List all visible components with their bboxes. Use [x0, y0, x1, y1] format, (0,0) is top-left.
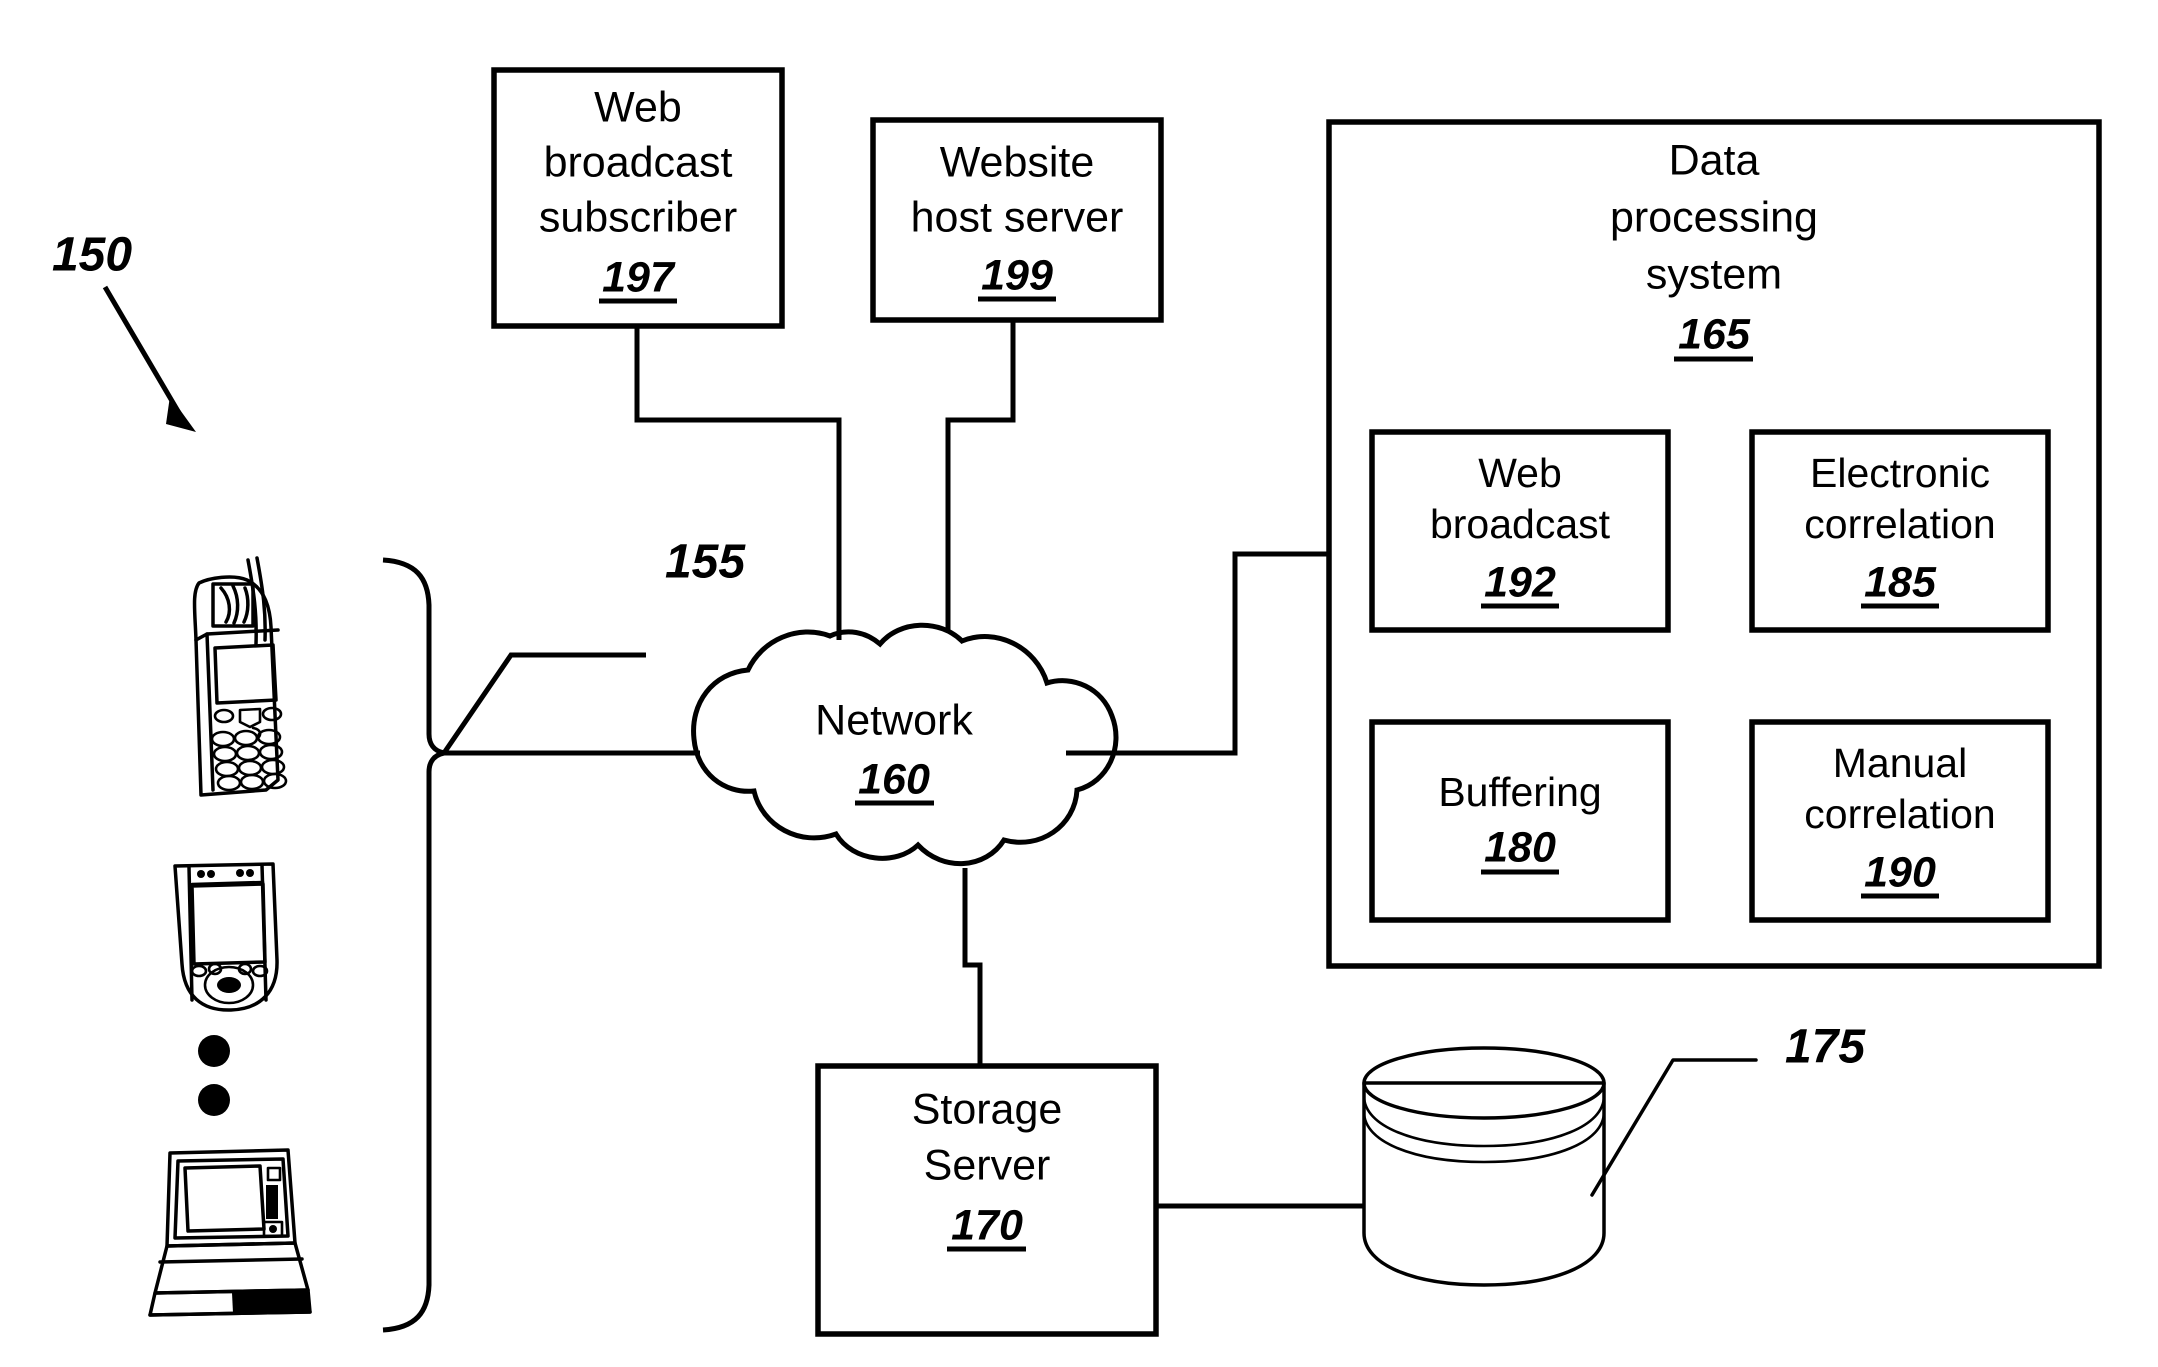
ss-line-1: Storage [912, 1085, 1063, 1133]
phone-key [210, 730, 236, 748]
pda-led [207, 870, 215, 878]
connector-network-to-dps [1066, 551, 1329, 756]
pda-led [197, 870, 205, 878]
dps-line-1: Data [1669, 136, 1760, 184]
dps-line-3: system [1646, 250, 1782, 298]
module-web-broadcast: Web broadcast 192 [1369, 429, 1671, 633]
network-label: Network [815, 696, 973, 744]
storage-unit-platter-1 [1362, 1094, 1606, 1148]
vertical-ellipsis [198, 1035, 230, 1116]
network-cloud: Network 160 [691, 622, 1119, 867]
arrowhead-150 [166, 396, 196, 432]
laptop-base-seam [158, 1257, 304, 1264]
leader-line-175 [1590, 1058, 1758, 1197]
module-manual-correlation: Manual correlation 190 [1749, 719, 2051, 923]
phone-navkey [238, 707, 262, 729]
pda-dpad-center [217, 977, 241, 993]
module-buffering-box [1369, 719, 1671, 923]
whs-line-1: Website [940, 138, 1095, 186]
phone-speaker-line1 [219, 586, 232, 624]
network-ref: 160 [858, 755, 930, 803]
phone-key [212, 745, 238, 763]
module-electronic-correlation: Electronic correlation 185 [1749, 429, 2051, 633]
wbs-line-2: broadcast [544, 138, 733, 186]
phone-key [214, 760, 240, 778]
reference-numeral-155: 155 [665, 536, 746, 589]
node-storage-server: Storage Server 170 [815, 1063, 1159, 1337]
patent-figure: 150 155 Network 160 Web broadcast subscr… [0, 0, 2158, 1367]
phone-key [233, 729, 259, 747]
laptop-icon [148, 1148, 312, 1317]
ellipsis-dot [198, 1035, 230, 1067]
phone-key [216, 774, 242, 792]
mod-bf-line-1: Buffering [1438, 769, 1601, 815]
mod-mc-line-1: Manual [1833, 740, 1967, 786]
laptop-base-upper [153, 1241, 310, 1295]
mod-wb-line-2: broadcast [1430, 501, 1611, 547]
phone-key [239, 773, 265, 791]
dps-ref: 165 [1678, 310, 1751, 358]
mod-wb-ref: 192 [1484, 558, 1556, 606]
node-website-host-server: Website host server 199 [870, 117, 1164, 323]
phone-body-edge2 [205, 632, 215, 792]
node-data-processing-system: Data processing system 165 Web broadcast… [1326, 119, 2102, 969]
node-web-broadcast-subscriber: Web broadcast subscriber 197 [491, 67, 785, 329]
phone-key [237, 759, 263, 777]
wbs-ref: 197 [602, 253, 676, 301]
phone-softkey-left [213, 708, 235, 724]
storage-unit-body [1362, 1081, 1606, 1287]
figure-canvas: 150 155 Network 160 Web broadcast subscr… [52, 67, 2102, 1337]
pda-led [246, 869, 254, 877]
laptop-hinge-bar [266, 1185, 278, 1219]
pda-icon [173, 862, 279, 1012]
reference-callout-150: 150 [52, 229, 196, 432]
mod-mc-ref: 190 [1864, 848, 1936, 896]
mobile-phone-icon [192, 556, 288, 797]
phone-softkey-right [261, 706, 283, 722]
client-group-brace: 155 [382, 536, 746, 1333]
pda-button [190, 964, 208, 978]
whs-ref: 199 [981, 251, 1053, 299]
pda-screen [190, 882, 267, 966]
reference-numeral-150: 150 [52, 229, 132, 282]
connector-website-to-network [945, 320, 1016, 632]
phone-key [235, 744, 261, 762]
phone-screen [213, 643, 278, 705]
wbs-line-1: Web [594, 83, 682, 131]
node-storage-unit: 175 [1362, 1021, 1866, 1287]
phone-key [258, 743, 284, 761]
wbs-line-3: subscriber [539, 193, 737, 241]
laptop-indicator [266, 1166, 282, 1182]
connector-network-to-storage-server [962, 868, 983, 1066]
mod-bf-ref: 180 [1484, 823, 1556, 871]
reference-numeral-175: 175 [1785, 1021, 1866, 1074]
laptop-base-bottom [148, 1310, 312, 1317]
phone-key [260, 758, 286, 776]
dps-line-2: processing [1610, 193, 1818, 241]
pda-led [236, 869, 244, 877]
laptop-screen [183, 1164, 266, 1233]
whs-line-2: host server [911, 193, 1124, 241]
mod-ec-line-2: correlation [1804, 501, 1995, 547]
phone-speaker-line2 [231, 584, 240, 625]
ellipsis-dot [198, 1084, 230, 1116]
ss-ref: 170 [951, 1201, 1023, 1249]
module-buffering: Buffering 180 [1369, 719, 1671, 923]
laptop-logo-dot [269, 1225, 277, 1233]
laptop-base-shadow [232, 1291, 310, 1313]
clients-bracket [382, 557, 445, 1333]
connector-subscriber-to-network [634, 326, 842, 640]
phone-speaker-line3 [242, 586, 250, 624]
mod-mc-line-2: correlation [1804, 791, 1995, 837]
cloud-outline [691, 622, 1119, 867]
mod-wb-line-1: Web [1478, 450, 1562, 496]
mod-ec-ref: 185 [1864, 558, 1937, 606]
mod-ec-line-1: Electronic [1810, 450, 1990, 496]
ss-line-2: Server [924, 1141, 1051, 1189]
leader-line-155 [441, 652, 646, 755]
